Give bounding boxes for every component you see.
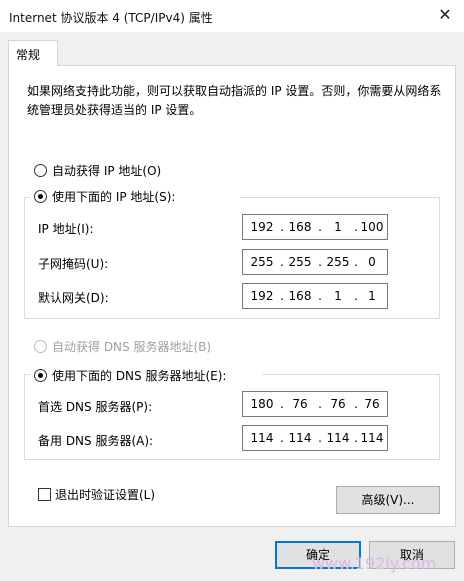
radio-manual-dns-label[interactable]: 使用下面的 DNS 服务器地址(E): bbox=[52, 367, 226, 384]
radio-manual-ip-label[interactable]: 使用下面的 IP 地址(S): bbox=[52, 188, 175, 205]
window-title: Internet 协议版本 4 (TCP/IPv4) 属性 bbox=[9, 11, 213, 25]
subnet-mask-label: 子网掩码(U): bbox=[38, 257, 109, 271]
gateway-octet-4: 1 bbox=[368, 289, 376, 303]
gateway-octet-2: 168 bbox=[288, 289, 312, 303]
tab-general-label: 常规 bbox=[16, 48, 41, 62]
tab-general[interactable]: 常规 bbox=[8, 40, 58, 66]
preferred-dns-field[interactable]: 180 . 76 . 76 . 76 bbox=[242, 391, 388, 417]
default-gateway-field[interactable]: 192 . 168 . 1 . 1 bbox=[242, 283, 388, 309]
adns-octet-1: 114 bbox=[250, 431, 274, 445]
ip-octet-1: 192 bbox=[250, 220, 274, 234]
ip-octet-4: 100 bbox=[360, 220, 384, 234]
ip-octet-2: 168 bbox=[288, 220, 312, 234]
ip-octet-3: 1 bbox=[334, 220, 342, 234]
ip-address-label: IP 地址(I): bbox=[38, 222, 94, 236]
advanced-button[interactable]: 高级(V)... bbox=[336, 486, 440, 514]
watermark: www.192ly.com bbox=[312, 554, 437, 573]
title-bar: Internet 协议版本 4 (TCP/IPv4) 属性 ✕ bbox=[0, 0, 464, 32]
radio-manual-ip[interactable] bbox=[34, 190, 47, 203]
subnet-octet-2: 255 bbox=[288, 255, 312, 269]
gateway-octet-3: 1 bbox=[334, 289, 342, 303]
close-icon[interactable]: ✕ bbox=[436, 6, 454, 24]
default-gateway-label: 默认网关(D): bbox=[38, 291, 109, 305]
pdns-octet-3: 76 bbox=[330, 397, 346, 411]
radio-manual-dns[interactable] bbox=[34, 369, 47, 382]
pdns-octet-4: 76 bbox=[364, 397, 380, 411]
alternate-dns-field[interactable]: 114 . 114 . 114 . 114 bbox=[242, 425, 388, 451]
pdns-octet-2: 76 bbox=[292, 397, 308, 411]
adns-octet-2: 114 bbox=[288, 431, 312, 445]
adns-octet-4: 114 bbox=[360, 431, 384, 445]
subnet-octet-4: 0 bbox=[368, 255, 376, 269]
subnet-octet-1: 255 bbox=[250, 255, 274, 269]
radio-auto-dns[interactable] bbox=[34, 340, 47, 353]
preferred-dns-label: 首选 DNS 服务器(P): bbox=[38, 400, 153, 414]
validate-settings-label[interactable]: 退出时验证设置(L) bbox=[55, 486, 155, 503]
subnet-octet-3: 255 bbox=[326, 255, 350, 269]
subnet-mask-field[interactable]: 255 . 255 . 255 . 0 bbox=[242, 249, 388, 275]
description-text: 如果网络支持此功能，则可以获取自动指派的 IP 设置。否则，你需要从网络系统管理… bbox=[27, 84, 442, 117]
gateway-octet-1: 192 bbox=[250, 289, 274, 303]
adns-octet-3: 114 bbox=[326, 431, 350, 445]
pdns-octet-1: 180 bbox=[250, 397, 274, 411]
radio-auto-ip[interactable] bbox=[34, 164, 47, 177]
radio-auto-dns-label[interactable]: 自动获得 DNS 服务器地址(B) bbox=[52, 338, 211, 355]
radio-auto-ip-label[interactable]: 自动获得 IP 地址(O) bbox=[52, 162, 161, 179]
validate-settings-checkbox[interactable] bbox=[38, 488, 51, 501]
alternate-dns-label: 备用 DNS 服务器(A): bbox=[38, 434, 154, 448]
ip-address-field[interactable]: 192 . 168 . 1 . 100 bbox=[242, 214, 388, 240]
